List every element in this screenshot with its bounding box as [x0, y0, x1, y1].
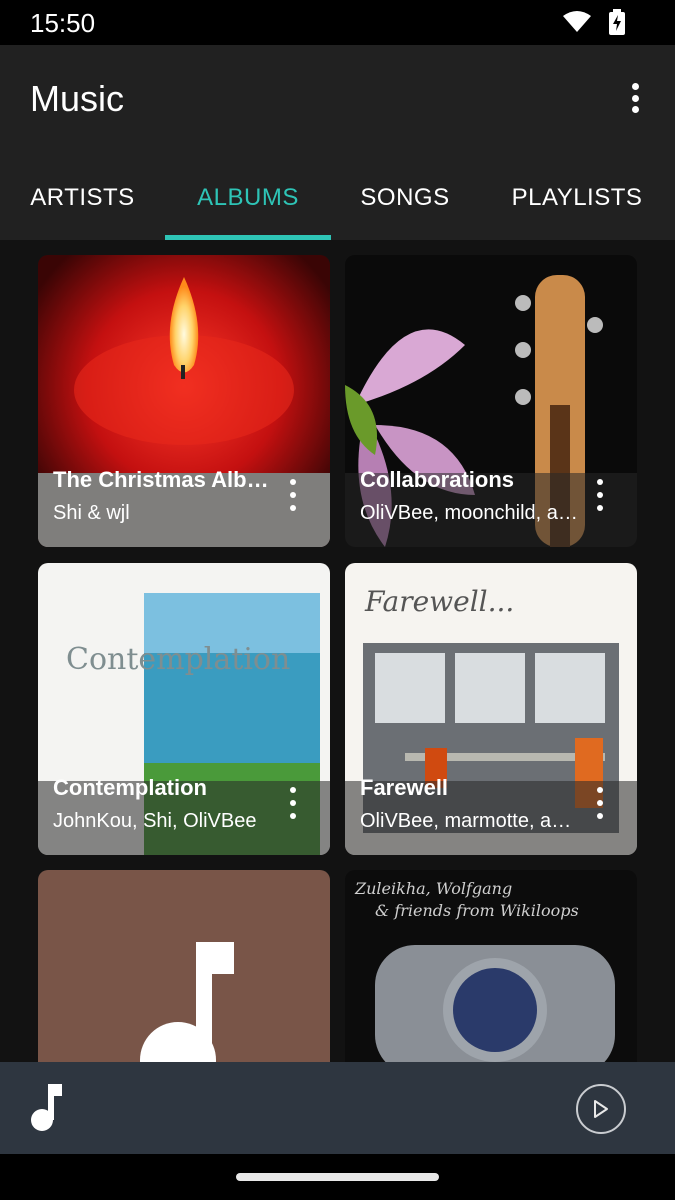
album-menu-icon[interactable]	[593, 787, 607, 819]
status-bar: 15:50	[0, 0, 675, 45]
home-gesture-handle[interactable]	[236, 1173, 439, 1181]
album-artist: JohnKou, Shi, OliVBee	[53, 810, 257, 832]
album-art-watch: Zuleikha, Wolfgang & friends from Wikilo…	[345, 870, 637, 1062]
more-vert-icon[interactable]	[623, 81, 647, 115]
album-title: Farewell	[360, 775, 449, 800]
svg-text:& friends from Wikiloops: & friends from Wikiloops	[375, 901, 579, 920]
status-icons	[563, 9, 625, 35]
album-title: Collaborations	[360, 467, 515, 492]
album-card[interactable]	[38, 870, 330, 1062]
album-grid: The Christmas Album MMXVIII Shi & wjl Co…	[0, 240, 675, 1062]
album-art-text: Farewell...	[364, 585, 514, 618]
album-artist: OliVBee, marmotte, and others	[360, 810, 582, 832]
wifi-icon	[563, 11, 591, 32]
svg-text:Contemplation: Contemplation	[66, 642, 290, 677]
status-time: 15:50	[30, 8, 96, 38]
album-card[interactable]: Contemplation Contemplation JohnKou, Shi…	[38, 563, 330, 855]
album-title: The Christmas Album MMXVIII	[53, 467, 273, 492]
album-card[interactable]: The Christmas Album MMXVIII Shi & wjl	[38, 255, 330, 547]
tab-playlists[interactable]: PLAYLISTS	[479, 155, 675, 240]
music-note-icon	[31, 1084, 62, 1131]
album-card[interactable]: Zuleikha, Wolfgang & friends from Wikilo…	[345, 870, 637, 1062]
mini-player[interactable]	[0, 1062, 675, 1154]
album-menu-icon[interactable]	[286, 479, 300, 511]
album-menu-icon[interactable]	[286, 787, 300, 819]
play-button[interactable]	[576, 1084, 626, 1134]
tab-artists[interactable]: ARTISTS	[0, 155, 165, 240]
album-title: Contemplation	[53, 775, 207, 800]
tab-albums[interactable]: ALBUMS	[165, 155, 331, 240]
app-bar: Music ARTISTS ALBUMS SONGS PLAYLISTS	[0, 45, 675, 240]
album-card[interactable]: Farewell... Farewell OliVBee, marmotte, …	[345, 563, 637, 855]
navigation-bar	[0, 1154, 675, 1200]
album-artist: OliVBee, moonchild, and others	[360, 502, 582, 524]
album-menu-icon[interactable]	[593, 479, 607, 511]
album-card[interactable]: Collaborations OliVBee, moonchild, and o…	[345, 255, 637, 547]
tab-songs[interactable]: SONGS	[331, 155, 479, 240]
svg-text:Zuleikha, Wolfgang: Zuleikha, Wolfgang	[354, 879, 512, 898]
battery-charging-icon	[609, 9, 625, 35]
album-artist: Shi & wjl	[53, 502, 130, 524]
play-icon	[594, 1100, 608, 1118]
tab-bar: ARTISTS ALBUMS SONGS PLAYLISTS	[0, 155, 675, 240]
app-title: Music	[30, 78, 125, 119]
music-note-icon	[38, 870, 330, 1062]
